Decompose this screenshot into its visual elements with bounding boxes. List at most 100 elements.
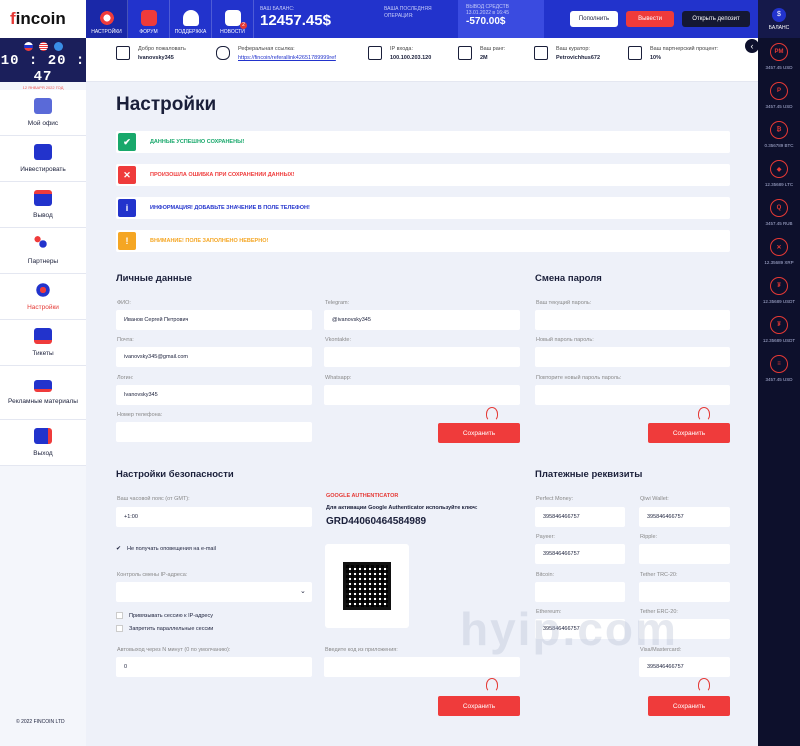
qr-code-icon xyxy=(343,562,391,610)
perfect-money-field[interactable]: 395846466757 xyxy=(535,507,625,527)
coin-item[interactable]: ≡ 3457.45 USD xyxy=(758,350,800,389)
flag-en-icon[interactable] xyxy=(38,42,48,51)
field-label: Perfect Money: xyxy=(536,496,573,502)
phone-field[interactable] xyxy=(116,422,312,442)
info-value: 2M xyxy=(480,55,488,61)
save-personal-button[interactable]: Сохранить xyxy=(438,423,520,443)
sidebar-item-partners[interactable]: Партнеры xyxy=(0,228,86,274)
litecoin-icon: ◆ xyxy=(770,160,788,178)
coin-item[interactable]: P 3457.45 USD xyxy=(758,77,800,116)
save-payment-button[interactable]: Сохранить xyxy=(648,696,730,716)
fio-field[interactable]: Иванов Сергей Петрович xyxy=(116,310,312,330)
logout-icon xyxy=(34,428,52,444)
referral-link[interactable]: https://fincoin/referallink42651789999re… xyxy=(238,55,336,61)
deposit-button[interactable]: Пополнить xyxy=(570,11,618,27)
sidebar-item-withdraw[interactable]: Вывод xyxy=(0,182,86,228)
current-password-field[interactable] xyxy=(535,310,730,330)
field-label: Tether TRC-20: xyxy=(640,572,678,578)
nav-forum[interactable]: ФОРУМ xyxy=(128,0,170,38)
coin-item[interactable]: ✕ 12.35689 XRP xyxy=(758,233,800,272)
nav-support[interactable]: ПОДДЕРЖКА xyxy=(170,0,212,38)
sidebar-item-logout[interactable]: Выход xyxy=(0,420,86,466)
collapse-sidebar-button[interactable]: ‹ xyxy=(745,39,759,53)
vk-field[interactable] xyxy=(324,347,520,367)
nav-label: НАСТРОЙКИ xyxy=(91,29,122,35)
ripple-icon: ✕ xyxy=(770,238,788,256)
visa-field[interactable]: 395846466757 xyxy=(639,657,730,677)
qiwi-field[interactable]: 395846466757 xyxy=(639,507,730,527)
coin-item[interactable]: ₮ 12.35689 USDT xyxy=(758,272,800,311)
timezone-field[interactable]: +1:00 xyxy=(116,507,312,527)
coin-item[interactable]: Q 3457.45 RUB xyxy=(758,194,800,233)
coin-value: 12.35689 USDT xyxy=(762,299,796,304)
balance-value: 12457.45$ xyxy=(260,12,331,29)
sidebar-item-promo[interactable]: Рекламные материалы xyxy=(0,366,86,420)
open-deposit-button[interactable]: Открыть депозит xyxy=(682,11,750,27)
checkbox-label: Не получать оповещения на e-mail xyxy=(127,545,216,552)
repeat-password-field[interactable] xyxy=(535,385,730,405)
password-title: Смена пароля xyxy=(535,273,602,284)
security-title: Настройки безопасности xyxy=(116,469,234,480)
field-label: Bitcoin: xyxy=(536,572,555,578)
sidebar-item-settings[interactable]: Настройки xyxy=(0,274,86,320)
withdraw-button[interactable]: Вывести xyxy=(626,11,674,27)
payeer-field[interactable]: 395846466757 xyxy=(535,544,625,564)
main-content: Настройки ✔ ДАННЫЕ УСПЕШНО СОХРАНЕНЫ! ✕ ПР… xyxy=(86,82,758,746)
nav-settings[interactable]: НАСТРОЙКИ xyxy=(86,0,128,38)
payment-title: Платежные реквизиты xyxy=(535,469,643,480)
auth-code-field[interactable] xyxy=(324,657,520,677)
coin-item[interactable]: ₿ 0.356789 BTC xyxy=(758,116,800,155)
coin-item[interactable]: ◆ 12.35689 LTC xyxy=(758,155,800,194)
sidebar-item-label: Вывод xyxy=(33,212,53,219)
field-label: Повторите новый пароль пароль: xyxy=(536,375,622,381)
whatsapp-field[interactable] xyxy=(324,385,520,405)
new-password-field[interactable] xyxy=(535,347,730,367)
screen-icon xyxy=(368,46,382,60)
coin-value: 3457.45 USD xyxy=(765,65,793,70)
info-icon: i xyxy=(118,199,136,217)
warning-icon: ! xyxy=(118,232,136,250)
save-password-button[interactable]: Сохранить xyxy=(648,423,730,443)
alert-text: ПРОИЗОШЛА ОШИБКА ПРИ СОХРАНЕНИИ ДАННЫХ! xyxy=(150,172,295,178)
info-value: 100.100.203.120 xyxy=(390,55,432,61)
logo[interactable]: f incoin xyxy=(0,0,86,38)
coin-item[interactable]: ₮ 12.35689 USDT xyxy=(758,311,800,350)
info-curator: Ваш куратор: Petrovichhus672 xyxy=(534,46,600,61)
email-field[interactable]: ivanovsky345@gmail.com xyxy=(116,347,312,367)
info-label: IP входа: xyxy=(390,46,413,52)
ripple-field[interactable] xyxy=(639,544,730,564)
field-label: Ваш часовой пояс (от GMT): xyxy=(117,496,190,502)
sidebar-item-office[interactable]: Мой офис xyxy=(0,90,86,136)
save-security-button[interactable]: Сохранить xyxy=(438,696,520,716)
no-email-checkbox[interactable]: ✔ Не получать оповещения на e-mail xyxy=(116,545,216,553)
personal-title: Личные данные xyxy=(116,273,192,284)
telegram-icon[interactable] xyxy=(53,42,63,51)
sidebar-item-tickets[interactable]: Тикеты xyxy=(0,320,86,366)
login-field[interactable]: Ivanovsky345 xyxy=(116,385,312,405)
sidebar-item-label: Выход xyxy=(33,450,53,457)
user-icon xyxy=(182,10,199,26)
no-parallel-checkbox[interactable]: Запретить параллельные сессии xyxy=(116,625,213,632)
ip-control-select[interactable] xyxy=(116,582,312,602)
wallet-icon xyxy=(34,190,52,206)
sidebar-item-invest[interactable]: Инвестировать xyxy=(0,136,86,182)
field-label: Введите код из приложения: xyxy=(325,647,398,653)
flag-ru-icon[interactable] xyxy=(23,42,33,51)
last-operation: ВЫВОД СРЕДСТВ 13.01.2022 в 16:45 -570.00… xyxy=(458,0,544,38)
coin-item[interactable]: PM 3457.45 USD xyxy=(758,38,800,77)
trc20-field[interactable] xyxy=(639,582,730,602)
bind-ip-checkbox[interactable]: Привязывать сессию к IP-адресу xyxy=(116,612,213,619)
balance-sidebar-title: БАЛАНС xyxy=(768,24,790,31)
bitcoin-field[interactable] xyxy=(535,582,625,602)
info-value: Ivanovsky345 xyxy=(138,55,174,61)
tether-trc20-icon: ₮ xyxy=(770,277,788,295)
autologout-field[interactable]: 0 xyxy=(116,657,312,677)
alert-text: ИНФОРМАЦИЯ! ДОБАВЬТЕ ЗНАЧЕНИЕ В ПОЛЕ ТЕЛ… xyxy=(150,205,310,211)
telegram-field[interactable]: @ivanovsky345 xyxy=(324,310,520,330)
curl-decoration-icon xyxy=(486,407,498,421)
coin-value: 12.35689 LTC xyxy=(764,182,794,187)
gear-icon xyxy=(98,10,115,26)
nav-news[interactable]: НОВОСТИ 2 xyxy=(212,0,254,38)
alert-text: ВНИМАНИЕ! ПОЛЕ ЗАПОЛНЕНО НЕВЕРНО! xyxy=(150,238,269,244)
coin-value: 3457.45 RUB xyxy=(765,221,793,226)
